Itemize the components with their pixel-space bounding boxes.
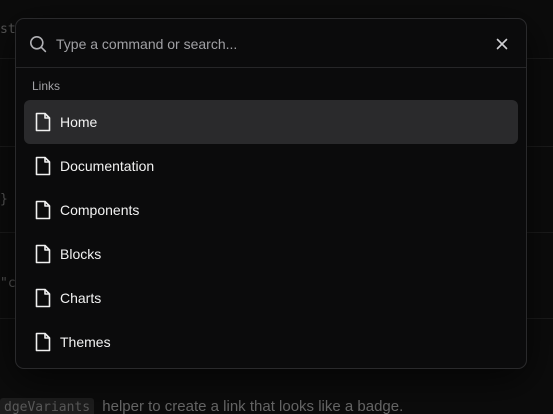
command-item-label: Home (60, 114, 98, 130)
file-icon (34, 112, 52, 132)
background-code-fragment: st (0, 22, 16, 37)
file-icon (34, 244, 52, 264)
command-item-label: Charts (60, 290, 102, 306)
search-row (16, 19, 526, 68)
command-list: Home Documentation Components Blocks Cha… (24, 100, 518, 364)
background-code-fragment: } (0, 192, 8, 207)
search-input[interactable] (56, 32, 476, 56)
command-item-blocks[interactable]: Blocks (24, 232, 518, 276)
search-icon (29, 35, 47, 53)
command-item-label: Components (60, 202, 140, 218)
command-dialog: Links Home Documentation (15, 18, 527, 369)
close-icon (496, 38, 508, 50)
background-inline-code: dgeVariants (0, 398, 95, 414)
command-item-themes[interactable]: Themes (24, 320, 518, 364)
background-sentence: helper to create a link that looks like … (102, 398, 404, 414)
command-item-label: Themes (60, 334, 111, 350)
command-item-label: Documentation (60, 158, 155, 174)
file-icon (34, 332, 52, 352)
group-heading: Links (32, 79, 61, 93)
background-code-fragment: "c (0, 276, 16, 291)
file-icon (34, 200, 52, 220)
command-item-components[interactable]: Components (24, 188, 518, 232)
file-icon (34, 156, 52, 176)
background-paragraph: dgeVariants helper to create a link that… (0, 398, 403, 414)
command-item-label: Blocks (60, 246, 102, 262)
file-icon (34, 288, 52, 308)
command-item-documentation[interactable]: Documentation (24, 144, 518, 188)
command-item-charts[interactable]: Charts (24, 276, 518, 320)
command-item-home[interactable]: Home (24, 100, 518, 144)
close-button[interactable] (492, 34, 512, 54)
